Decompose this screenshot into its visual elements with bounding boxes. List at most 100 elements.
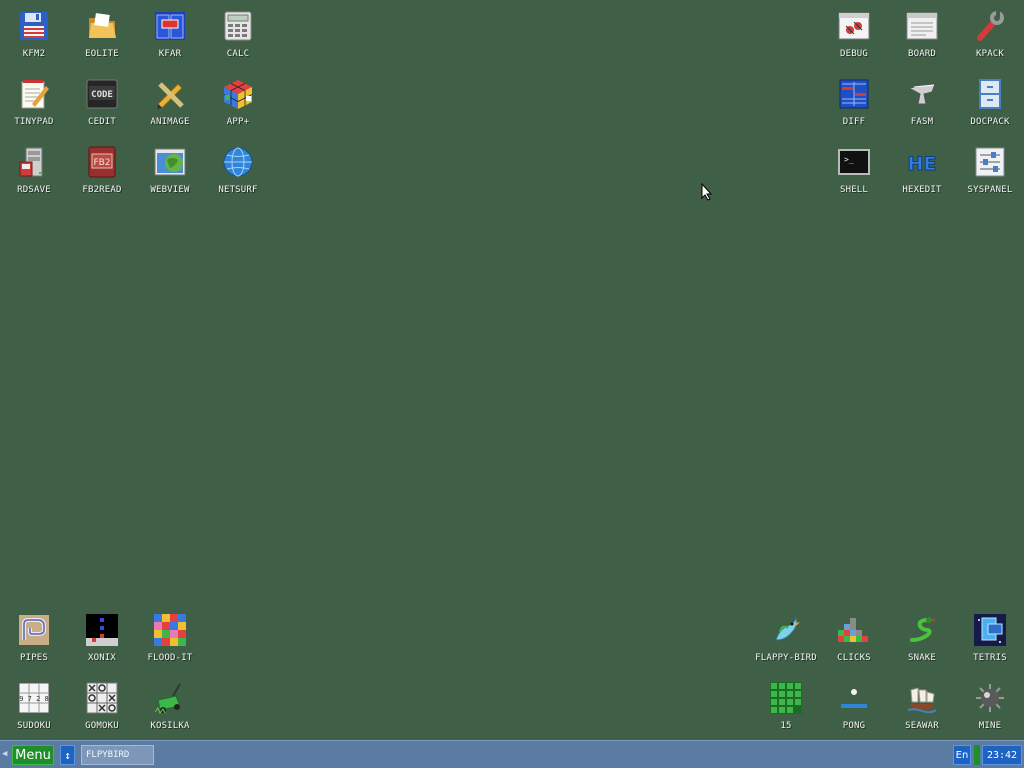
desktop-icon-label: ANIMAGE: [150, 117, 190, 127]
desktop-icon-label: KFM2: [22, 49, 46, 59]
desktop-icon-syspanel[interactable]: SYSPANEL: [956, 136, 1024, 202]
browser-window-globe-icon: [154, 146, 186, 178]
globe-icon: [222, 146, 254, 178]
sailing-ship-icon: [906, 682, 938, 714]
desktop-icon-pong[interactable]: PONG: [820, 672, 888, 738]
fifteen-puzzle-grid-icon: [770, 682, 802, 714]
desktop-icon-board[interactable]: BOARD: [888, 0, 956, 66]
desktop-icon-label: DEBUG: [839, 49, 869, 59]
keyboard-language-indicator[interactable]: En: [953, 745, 971, 765]
desktop-icon-label: CALC: [226, 49, 250, 59]
shell-prompt-text: >_: [844, 155, 854, 164]
desktop-icon-kpack[interactable]: KPACK: [956, 0, 1024, 66]
mouse-pointer-icon: [701, 182, 713, 205]
assembler-anvil-icon: [906, 78, 938, 110]
desktop-icon-label: FLOOD-IT: [147, 653, 193, 663]
desktop-icon-animage[interactable]: ANIMAGE: [136, 68, 204, 134]
desktop-icon-label: CLICKS: [837, 653, 871, 663]
desktop-icon-debug[interactable]: DEBUG: [820, 0, 888, 66]
desktop-icon-tetris[interactable]: TETRIS: [956, 604, 1024, 670]
desktop-icon-seawar[interactable]: SEAWAR: [888, 672, 956, 738]
desktop-icon-sudoku[interactable]: 9 7 2 8 SUDOKU: [0, 672, 68, 738]
drive-stack-icon: [18, 146, 50, 178]
taskbar: ◀ Menu ↕ FLPYBIRD En 23:42: [0, 740, 1024, 768]
code-editor-icon: CODE: [86, 78, 118, 110]
snake-icon: [906, 614, 938, 646]
tic-tac-toe-icon: [86, 682, 118, 714]
desktop-icon-label: BOARD: [907, 49, 937, 59]
desktop-icon-label: HEXEDIT: [902, 185, 942, 195]
desktop-icon-kosilka[interactable]: KOSILKA: [136, 672, 204, 738]
desktop-icon-cedit[interactable]: CODE CEDIT: [68, 68, 136, 134]
clock[interactable]: 23:42: [982, 745, 1022, 765]
task-switch-button[interactable]: ↕: [60, 745, 75, 765]
desktop-icon-label: APP+: [226, 117, 250, 127]
desktop-icon-webview[interactable]: WEBVIEW: [136, 136, 204, 202]
desktop: KFM2 EOLITE KFAR CALC TINYPAD CODE CEDIT: [0, 0, 1024, 740]
desktop-icon-15[interactable]: 15: [752, 672, 820, 738]
bird-icon: [770, 614, 802, 646]
desktop-icon-appplus[interactable]: APP+: [204, 68, 272, 134]
taskbar-task-flpybird[interactable]: FLPYBIRD: [81, 745, 154, 765]
wrench-icon: [974, 10, 1006, 42]
xonix-game-icon: [86, 614, 118, 646]
floppy-disk-icon: [18, 10, 50, 42]
desktop-icon-kfm2[interactable]: KFM2: [0, 0, 68, 66]
desktop-icon-label: NETSURF: [218, 185, 258, 195]
desktop-icon-fb2read[interactable]: FB2 FB2READ: [68, 136, 136, 202]
desktop-icon-label: WEBVIEW: [150, 185, 190, 195]
desktop-icon-fasm[interactable]: FASM: [888, 68, 956, 134]
desktop-icon-kfar[interactable]: KFAR: [136, 0, 204, 66]
desktop-icon-label: KOSILKA: [150, 721, 190, 731]
he-text: HE: [908, 153, 937, 175]
desktop-icon-calc[interactable]: CALC: [204, 0, 272, 66]
file-cabinet-icon: [974, 78, 1006, 110]
desktop-icon-label: FASM: [910, 117, 934, 127]
desktop-icon-label: EOLITE: [85, 49, 119, 59]
desktop-icon-snake[interactable]: SNAKE: [888, 604, 956, 670]
desktop-icon-label: 15: [780, 721, 792, 731]
rubiks-cube-icon: [222, 78, 254, 110]
pipes-game-icon: [18, 614, 50, 646]
desktop-icon-pipes[interactable]: PIPES: [0, 604, 68, 670]
desktop-icon-hexedit[interactable]: HE HEXEDIT: [888, 136, 956, 202]
desktop-icon-floodit[interactable]: FLOOD-IT: [136, 604, 204, 670]
desktop-icon-label: KPACK: [975, 49, 1005, 59]
book-icon: FB2: [86, 146, 118, 178]
desktop-icon-netsurf[interactable]: NETSURF: [204, 136, 272, 202]
activity-indicator: [974, 745, 980, 765]
desktop-icon-tinypad[interactable]: TINYPAD: [0, 68, 68, 134]
desktop-icon-label: KFAR: [158, 49, 182, 59]
desktop-icon-label: SUDOKU: [17, 721, 51, 731]
desktop-icon-flappybird[interactable]: FLAPPY-BIRD: [744, 604, 828, 670]
desktop-icon-label: GOMOKU: [85, 721, 119, 731]
desktop-icon-xonix[interactable]: XONIX: [68, 604, 136, 670]
desktop-icon-label: PIPES: [19, 653, 49, 663]
code-text: CODE: [91, 90, 113, 100]
desktop-icon-label: FB2READ: [82, 185, 122, 195]
block-stack-icon: [838, 614, 870, 646]
notepad-pencil-icon: [18, 78, 50, 110]
desktop-icon-mine[interactable]: MINE: [956, 672, 1024, 738]
desktop-icon-clicks[interactable]: CLICKS: [820, 604, 888, 670]
debug-bug-window-icon: [838, 10, 870, 42]
pencil-ruler-icon: [154, 78, 186, 110]
diff-compare-icon: [838, 78, 870, 110]
desktop-icon-docpack[interactable]: DOCPACK: [956, 68, 1024, 134]
folder-icon: [86, 10, 118, 42]
tetris-blocks-icon: [974, 614, 1006, 646]
desktop-icon-label: SHELL: [839, 185, 869, 195]
desktop-icon-label: TINYPAD: [14, 117, 54, 127]
desktop-icon-shell[interactable]: >_ SHELL: [820, 136, 888, 202]
desktop-icon-label: CEDIT: [87, 117, 117, 127]
desktop-icon-gomoku[interactable]: GOMOKU: [68, 672, 136, 738]
desktop-icon-label: SNAKE: [907, 653, 937, 663]
desktop-icon-label: TETRIS: [973, 653, 1007, 663]
menu-button[interactable]: Menu: [12, 745, 54, 765]
taskbar-collapse-arrow-icon[interactable]: ◀: [2, 749, 7, 759]
desktop-icon-diff[interactable]: DIFF: [820, 68, 888, 134]
mine-bomb-icon: [974, 682, 1006, 714]
desktop-icon-label: SYSPANEL: [967, 185, 1013, 195]
desktop-icon-eolite[interactable]: EOLITE: [68, 0, 136, 66]
desktop-icon-rdsave[interactable]: RDSAVE: [0, 136, 68, 202]
